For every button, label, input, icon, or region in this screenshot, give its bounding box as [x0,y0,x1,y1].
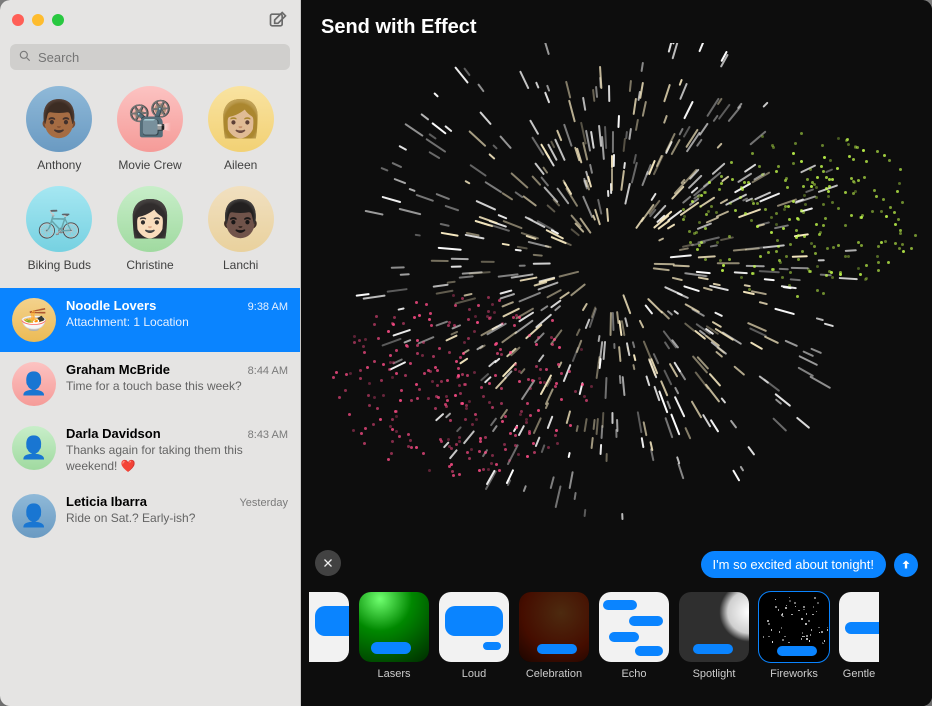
search-wrap [0,40,300,80]
pinned-contact[interactable]: 👨🏿 Lanchi [195,186,286,272]
pinned-contact[interactable]: 🚲 Biking Buds [14,186,105,272]
conversation-item[interactable]: 🍜 Noodle Lovers 9:38 AM Attachment: 1 Lo… [0,288,300,352]
minimize-window-button[interactable] [32,14,44,26]
pinned-contact[interactable]: 📽️ Movie Crew [105,86,196,172]
pinned-label: Lanchi [223,258,258,272]
effect-label: Loud [462,668,486,680]
effect-option-celebration[interactable]: Celebration [519,592,589,680]
titlebar [0,0,300,40]
conversation-time: 8:44 AM [248,365,288,377]
avatar: 👤 [12,362,56,406]
pinned-label: Aileen [224,158,257,172]
maximize-window-button[interactable] [52,14,64,26]
conversation-item[interactable]: 👤 Leticia Ibarra Yesterday Ride on Sat.?… [0,484,300,548]
arrow-up-icon [899,558,913,572]
effect-label: Spotlight [693,668,736,680]
close-effect-button[interactable] [315,550,341,576]
close-window-button[interactable] [12,14,24,26]
conversation-item[interactable]: 👤 Darla Davidson 8:43 AM Thanks again fo… [0,416,300,484]
conversation-body: Graham McBride 8:44 AM Time for a touch … [66,362,288,406]
effect-label: Lasers [377,668,410,680]
effect-option-echo[interactable]: Echo [599,592,669,680]
compose-button[interactable] [268,10,288,30]
effect-option-loud[interactable]: Loud [439,592,509,680]
avatar: 👤 [12,494,56,538]
effect-option-gentle[interactable]: Gentle [839,592,879,680]
effect-thumb [309,592,349,662]
conversation-name: Noodle Lovers [66,298,156,313]
avatar: 👨🏿 [208,186,274,252]
avatar: 📽️ [117,86,183,152]
effects-strip: Lasers Loud Celebration Echo Spotlight F… [301,586,932,706]
search-icon [18,49,32,63]
conversation-preview: Thanks again for taking them this weeken… [66,443,288,474]
send-button[interactable] [894,553,918,577]
conversation-time: Yesterday [239,497,288,509]
window-controls [12,14,64,26]
avatar: 👨🏾 [26,86,92,152]
avatar: 🚲 [26,186,92,252]
avatar: 🍜 [12,298,56,342]
effect-thumb [759,592,829,662]
avatar: 👩🏼 [208,86,274,152]
effect-preview [301,43,932,586]
effect-thumb [519,592,589,662]
pinned-label: Biking Buds [28,258,91,272]
effect-label: Gentle [843,668,875,680]
conversation-time: 9:38 AM [248,301,288,313]
conversation-item[interactable]: 👤 Graham McBride 8:44 AM Time for a touc… [0,352,300,416]
effect-thumb [359,592,429,662]
conversation-list: 🍜 Noodle Lovers 9:38 AM Attachment: 1 Lo… [0,288,300,706]
pinned-grid: 👨🏾 Anthony📽️ Movie Crew👩🏼 Aileen🚲 Biking… [0,80,300,288]
fireworks-canvas [301,43,932,586]
pinned-contact[interactable]: 👩🏻 Christine [105,186,196,272]
pinned-contact[interactable]: 👩🏼 Aileen [195,86,286,172]
effect-thumb [439,592,509,662]
search-input[interactable] [10,44,290,70]
conversation-name: Leticia Ibarra [66,494,147,509]
conversation-time: 8:43 AM [248,429,288,441]
effect-label: Celebration [526,668,582,680]
main-chat-area: Send with Effect I'm so excited about to… [301,0,932,706]
effect-label: Echo [621,668,646,680]
conversation-name: Darla Davidson [66,426,161,441]
conversation-preview: Time for a touch base this week? [66,379,288,395]
effect-option-spotlight[interactable]: Spotlight [679,592,749,680]
effect-label: Fireworks [770,668,818,680]
pinned-contact[interactable]: 👨🏾 Anthony [14,86,105,172]
effect-option-lasers[interactable]: Lasers [359,592,429,680]
pinned-label: Anthony [37,158,81,172]
conversation-preview: Ride on Sat.? Early-ish? [66,511,288,527]
conversation-body: Leticia Ibarra Yesterday Ride on Sat.? E… [66,494,288,538]
conversation-preview: Attachment: 1 Location [66,315,288,331]
conversation-body: Noodle Lovers 9:38 AM Attachment: 1 Loca… [66,298,288,342]
effect-title: Send with Effect [301,0,932,43]
effect-option-fireworks[interactable]: Fireworks [759,592,829,680]
conversation-name: Graham McBride [66,362,170,377]
messages-window: 👨🏾 Anthony📽️ Movie Crew👩🏼 Aileen🚲 Biking… [0,0,932,706]
effect-thumb [679,592,749,662]
avatar: 👤 [12,426,56,470]
sidebar: 👨🏾 Anthony📽️ Movie Crew👩🏼 Aileen🚲 Biking… [0,0,301,706]
conversation-body: Darla Davidson 8:43 AM Thanks again for … [66,426,288,474]
effect-thumb [599,592,669,662]
message-row: I'm so excited about tonight! [701,551,918,578]
effect-thumb [839,592,879,662]
effect-option-loud[interactable] [309,592,349,662]
avatar: 👩🏻 [117,186,183,252]
pinned-label: Movie Crew [118,158,181,172]
outgoing-message-bubble: I'm so excited about tonight! [701,551,886,578]
pinned-label: Christine [126,258,173,272]
